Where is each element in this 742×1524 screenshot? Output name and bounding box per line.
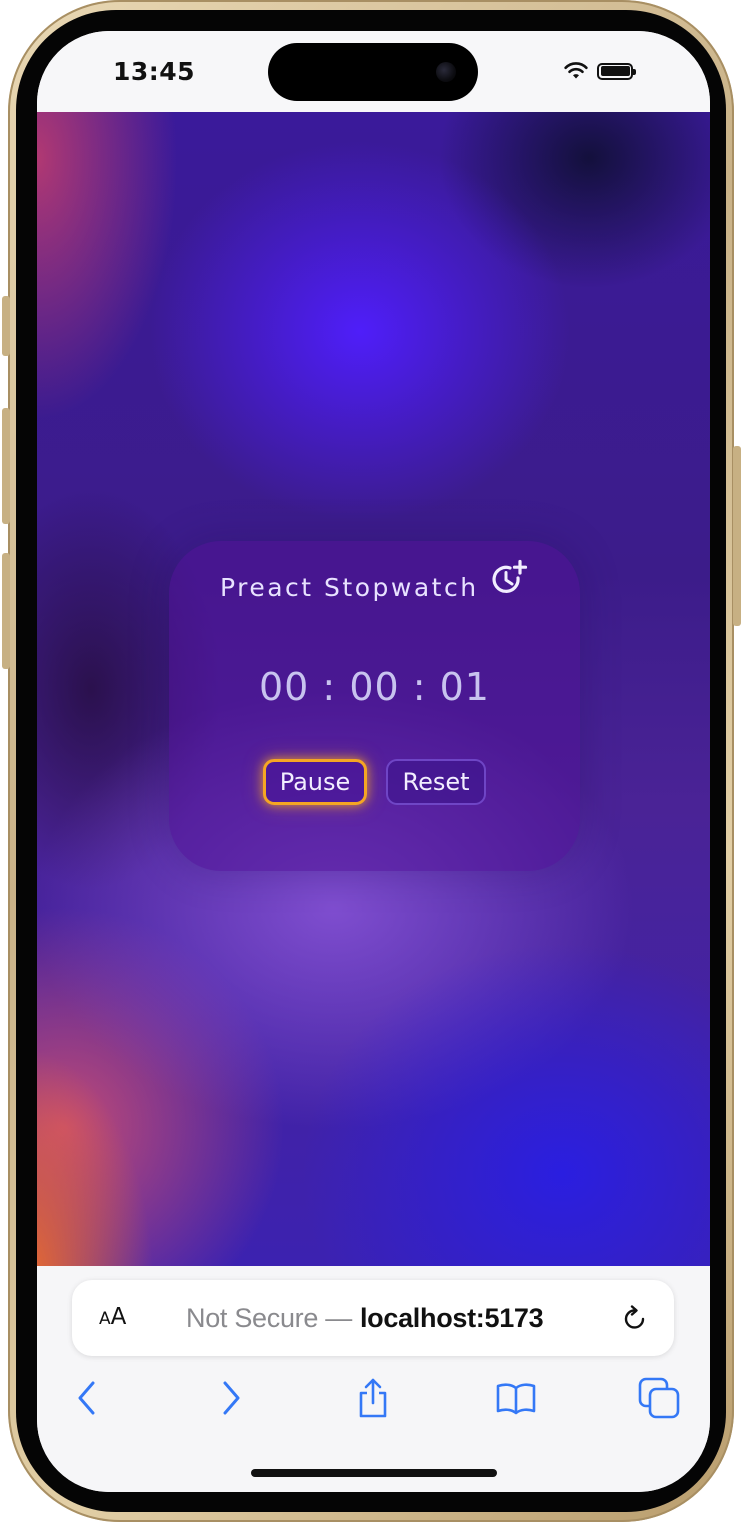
action-button [2, 296, 10, 356]
dynamic-island [268, 43, 478, 101]
web-content: Preact Stopwatch 00 : 00 : 01 Pause Rese… [37, 112, 710, 1266]
status-icons [563, 61, 636, 81]
pause-button[interactable]: Pause [263, 759, 367, 805]
battery-icon [597, 62, 636, 80]
volume-up-button [2, 408, 10, 524]
status-time: 13:45 [113, 57, 196, 86]
volume-down-button [2, 553, 10, 669]
bookmarks-icon [496, 1383, 536, 1415]
url-display[interactable]: Not Secure — localhost:5173 [186, 1303, 544, 1334]
stopwatch-controls: Pause Reset [169, 759, 580, 805]
home-indicator[interactable] [251, 1469, 497, 1477]
tabs-icon [638, 1377, 680, 1419]
reload-icon[interactable] [620, 1304, 650, 1334]
reset-button[interactable]: Reset [386, 759, 486, 805]
forward-button[interactable] [207, 1374, 255, 1422]
back-button[interactable] [63, 1374, 111, 1422]
forward-icon [223, 1381, 240, 1415]
share-button[interactable] [349, 1374, 397, 1422]
elapsed-time-display: 00 : 00 : 01 [259, 665, 490, 709]
battery-cap [633, 68, 636, 75]
app-title: Preact Stopwatch [219, 572, 479, 602]
text-size-small-glyph: A [99, 1309, 111, 1329]
browser-toolbar [37, 1366, 710, 1436]
front-camera [436, 62, 456, 82]
phone-screen: 13:45 Preact Stopwatch 00: 00: 01 Paus… [37, 31, 710, 1492]
share-icon [359, 1378, 387, 1418]
domain-label: localhost:5173 [359, 1303, 544, 1333]
safari-bottom-bar: AA Not Secure — localhost:5173 [37, 1266, 710, 1492]
text-size-button[interactable]: AA [99, 1304, 126, 1330]
stopwatch-card: Preact Stopwatch 00 : 00 : 01 Pause Rese… [169, 541, 580, 871]
timer-plus-icon [492, 559, 528, 593]
power-button [733, 446, 741, 626]
status-bar: 13:45 [37, 31, 710, 112]
text-size-large-glyph: A [110, 1304, 127, 1330]
security-label: Not Secure — [186, 1303, 352, 1333]
address-bar[interactable]: AA Not Secure — localhost:5173 [72, 1280, 674, 1356]
back-icon [78, 1381, 95, 1415]
wifi-icon [564, 62, 588, 79]
bookmarks-button[interactable] [492, 1374, 540, 1422]
tabs-button[interactable] [635, 1374, 683, 1422]
card-header: Preact Stopwatch [169, 559, 580, 607]
battery-level [600, 66, 630, 76]
